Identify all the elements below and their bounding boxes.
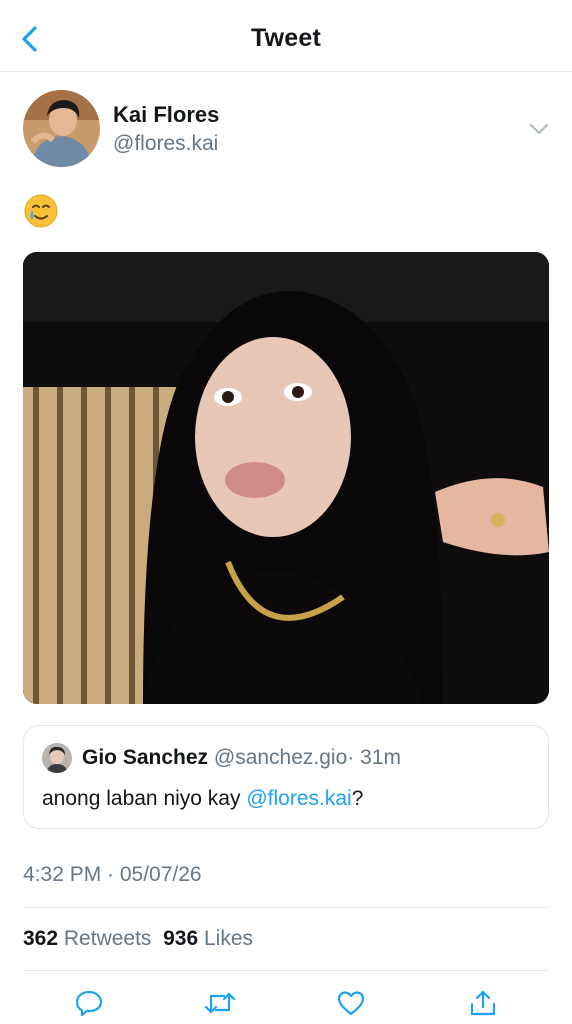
quoted-text-prefix: anong laban niyo kay [42, 787, 247, 810]
quoted-author-name: Gio Sanchez [82, 746, 209, 769]
quoted-avatar[interactable] [42, 743, 72, 773]
share-button[interactable] [466, 986, 500, 1020]
quoted-mention-link[interactable]: @flores.kai [246, 787, 351, 810]
quoted-author-line: Gio Sanchez @sanchez.gio· 31m [82, 746, 401, 770]
chevron-down-icon [530, 124, 548, 134]
likes-label[interactable]: Likes [204, 927, 253, 950]
retweet-button[interactable] [203, 986, 237, 1020]
author-name[interactable]: Kai Flores [113, 102, 219, 128]
quoted-text: anong laban niyo kay @flores.kai? [42, 787, 363, 811]
quoted-tweet[interactable]: Gio Sanchez @sanchez.gio· 31m anong laba… [23, 725, 549, 829]
reply-icon [75, 990, 103, 1017]
divider [23, 970, 549, 971]
retweets-label[interactable]: Retweets [64, 927, 152, 950]
share-icon [470, 990, 496, 1016]
like-button[interactable] [334, 986, 368, 1020]
more-options-button[interactable] [528, 118, 550, 140]
retweet-count[interactable]: 362 [23, 927, 58, 950]
like-count[interactable]: 936 [163, 927, 198, 950]
top-nav-bar: Tweet [0, 0, 572, 72]
page-title: Tweet [251, 24, 321, 52]
like-icon [337, 991, 365, 1016]
tweet-timestamp: 4:32 PM · 05/07/26 [23, 863, 202, 886]
retweet-icon [204, 992, 236, 1014]
engagement-stats: 362 Retweets 936 Likes [23, 927, 253, 951]
tweet-media-image[interactable] [23, 252, 549, 704]
quoted-text-suffix: ? [351, 787, 364, 810]
author-handle[interactable]: @flores.kai [113, 132, 218, 156]
avatar[interactable] [23, 90, 100, 167]
quoted-time-ago: · 31m [347, 746, 401, 769]
reply-button[interactable] [72, 986, 106, 1020]
smiling-face-with-tear-emoji [23, 193, 59, 229]
quoted-author-handle: @sanchez.gio [213, 746, 348, 769]
divider [23, 907, 549, 908]
